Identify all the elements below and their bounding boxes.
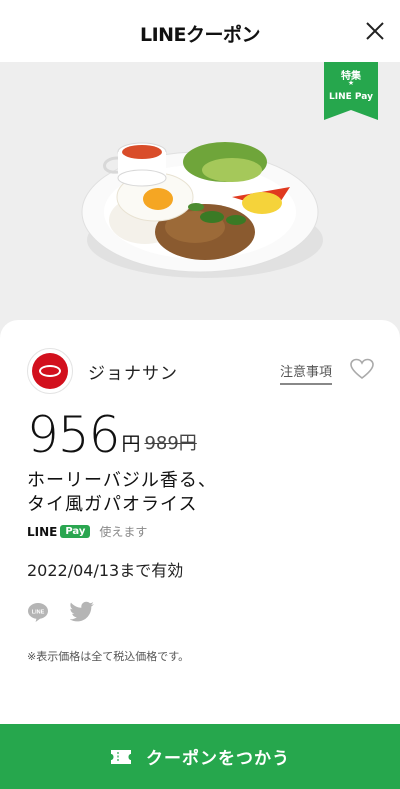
svg-text:LINE: LINE bbox=[32, 610, 45, 616]
use-coupon-label: クーポンをつかう bbox=[146, 749, 290, 769]
close-icon[interactable] bbox=[364, 20, 386, 42]
line-pay-logo-line: LINE bbox=[27, 524, 58, 539]
use-coupon-button[interactable]: クーポンをつかう bbox=[0, 724, 400, 789]
item-title: ホーリーバジル香る、 タイ風ガパオライス bbox=[27, 469, 367, 517]
badge-pay-label: LINE Pay bbox=[329, 92, 373, 102]
tax-note: ※表示価格は全て税込価格です。 bbox=[27, 650, 190, 663]
app-header: LINEクーポン bbox=[0, 0, 400, 62]
original-price: 989円 bbox=[144, 433, 197, 454]
price-unit: 円 bbox=[121, 433, 141, 455]
heart-icon[interactable] bbox=[350, 358, 374, 380]
line-icon[interactable]: LINE bbox=[27, 601, 49, 623]
item-title-line2: タイ風ガパオライス bbox=[27, 494, 198, 515]
item-title-line1: ホーリーバジル香る、 bbox=[27, 470, 217, 491]
twitter-icon[interactable] bbox=[70, 601, 94, 623]
ticket-icon bbox=[111, 749, 131, 764]
page-title: LINEクーポン bbox=[139, 24, 261, 46]
price-row: 956 円 989円 bbox=[27, 400, 197, 460]
coupon-detail-card: ジョナサン 注意事項 956 円 989円 ホーリーバジル香る、 タイ風ガパオラ… bbox=[0, 320, 400, 789]
discount-price: 956 bbox=[27, 406, 120, 464]
brand-name: ジョナサン bbox=[88, 364, 178, 384]
line-pay-note: 使えます bbox=[99, 525, 148, 539]
line-pay-feature-badge: 特集 ★ LINE Pay bbox=[324, 62, 378, 120]
line-pay-logo-pay: Pay bbox=[60, 525, 91, 538]
star-icon: ★ bbox=[347, 79, 355, 87]
expiry-date: 2022/04/13まで有効 bbox=[27, 561, 184, 580]
brand-logo bbox=[27, 348, 73, 394]
line-pay-row: LINE Pay 使えます bbox=[27, 523, 147, 540]
terms-link[interactable]: 注意事項 bbox=[280, 361, 333, 385]
